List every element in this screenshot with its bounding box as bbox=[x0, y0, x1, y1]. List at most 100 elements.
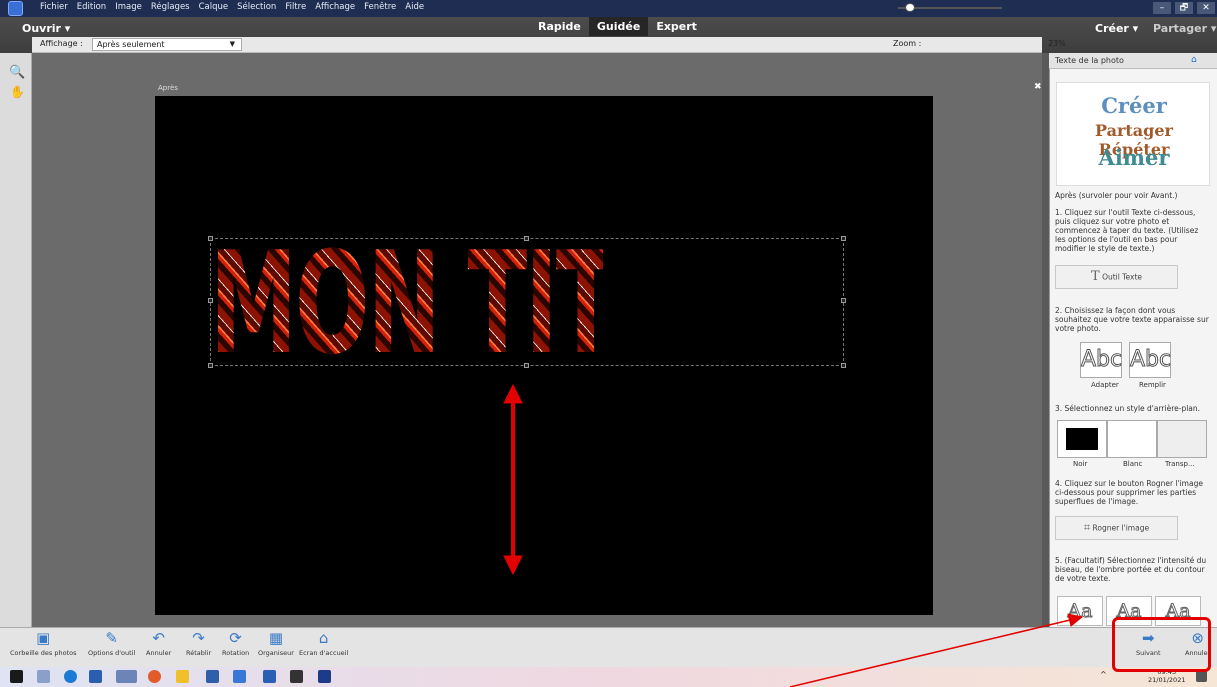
zoom-value: 23% bbox=[1048, 39, 1066, 48]
open-button[interactable]: Ouvrir ▾ bbox=[22, 22, 70, 35]
shield-icon[interactable] bbox=[89, 670, 102, 683]
panel-title: Texte de la photo bbox=[1055, 56, 1124, 65]
bevel-option-icon[interactable]: Aa bbox=[1057, 596, 1103, 626]
redo-button[interactable]: ↷ Rétablir bbox=[186, 630, 211, 657]
zoom-slider-knob[interactable] bbox=[905, 3, 915, 12]
undo-button[interactable]: ↶ Annuler bbox=[146, 630, 171, 657]
tab-guidee[interactable]: Guidée bbox=[588, 17, 649, 36]
menu-image[interactable]: Image bbox=[115, 2, 142, 12]
photo-bin-icon: ▣ bbox=[36, 629, 51, 647]
photo-bin-button[interactable]: ▣ Corbeille des photos bbox=[10, 630, 77, 657]
photoshop-elements-window: Fichier Edition Image Réglages Calque Sé… bbox=[0, 0, 1217, 687]
bg-black-swatch[interactable] bbox=[1057, 420, 1107, 458]
bg-transparent-swatch[interactable] bbox=[1157, 420, 1207, 458]
step-5-text: 5. (Facultatif) Sélectionnez l'intensité… bbox=[1055, 556, 1207, 583]
resize-handle[interactable] bbox=[208, 298, 213, 303]
fit-option-label: Adapter bbox=[1091, 381, 1119, 389]
undo-icon: ↶ bbox=[152, 629, 165, 647]
text-tool-label: Outil Texte bbox=[1102, 272, 1142, 282]
text-tool-button[interactable]: T Outil Texte bbox=[1055, 265, 1178, 289]
mode-tabs: Rapide Guidée Expert bbox=[530, 17, 705, 36]
restore-button[interactable]: 🗗 bbox=[1175, 2, 1193, 14]
task-view-icon[interactable] bbox=[37, 670, 50, 683]
home-icon[interactable]: ⌂ bbox=[1191, 55, 1197, 65]
notifications-icon[interactable] bbox=[1196, 671, 1207, 682]
step-1-text: 1. Cliquez sur l'outil Texte ci-dessous,… bbox=[1055, 208, 1199, 253]
step-2-text: 2. Choisissez la façon dont vous souhait… bbox=[1055, 306, 1209, 333]
redo-icon: ↷ bbox=[192, 629, 205, 647]
after-label: Après bbox=[158, 84, 178, 92]
create-button[interactable]: Créer ▾ bbox=[1095, 22, 1138, 35]
zoom-tool-icon[interactable]: 🔍 bbox=[9, 65, 25, 80]
tools-panel: 🔍 ✋ bbox=[0, 53, 32, 627]
text-tool-icon: T bbox=[1091, 269, 1100, 284]
resize-handle[interactable] bbox=[524, 236, 529, 241]
tray-chevron-icon[interactable]: ^ bbox=[1100, 670, 1107, 679]
close-button[interactable]: ✕ bbox=[1197, 2, 1215, 14]
menu-calque[interactable]: Calque bbox=[199, 2, 229, 12]
menu-fichier[interactable]: Fichier bbox=[40, 2, 68, 12]
display-value: Après seulement bbox=[97, 40, 165, 49]
fill-option-label: Remplir bbox=[1139, 381, 1166, 389]
redo-label: Rétablir bbox=[186, 649, 212, 657]
resize-handle[interactable] bbox=[841, 298, 846, 303]
menu-fenetre[interactable]: Fenêtre bbox=[364, 2, 396, 12]
step-3-text: 3. Sélectionnez un style d'arrière-plan. bbox=[1055, 404, 1201, 413]
organizer-button[interactable]: ▦ Organiseur bbox=[258, 630, 294, 657]
photoshop-elements-taskbar-icon[interactable] bbox=[318, 670, 331, 683]
menu-filtre[interactable]: Filtre bbox=[285, 2, 306, 12]
window-controls: – 🗗 ✕ bbox=[1153, 2, 1215, 14]
minimize-button[interactable]: – bbox=[1153, 2, 1171, 14]
resize-handle[interactable] bbox=[524, 363, 529, 368]
bg-white-label: Blanc bbox=[1123, 460, 1143, 468]
home-screen-icon: ⌂ bbox=[318, 629, 329, 647]
example-thumbnail: Créer Partager Répéter Aimer bbox=[1056, 82, 1210, 186]
bg-transparent-label: Transp... bbox=[1165, 460, 1195, 468]
resize-handle[interactable] bbox=[841, 236, 846, 241]
hand-tool-icon[interactable]: ✋ bbox=[10, 85, 25, 99]
menu-reglages[interactable]: Réglages bbox=[151, 2, 190, 12]
chevron-down-icon: ▼ bbox=[229, 40, 235, 48]
bg-white-swatch[interactable] bbox=[1107, 420, 1157, 458]
menu-edition[interactable]: Edition bbox=[77, 2, 106, 12]
step-4-text: 4. Cliquez sur le bouton Rogner l'image … bbox=[1055, 479, 1203, 506]
zoom-label: Zoom : bbox=[893, 39, 922, 48]
start-icon[interactable] bbox=[10, 670, 23, 683]
organizer-label: Organiseur bbox=[258, 649, 294, 657]
display-select[interactable]: Après seulement ▼ bbox=[92, 38, 242, 51]
word-icon[interactable] bbox=[263, 670, 276, 683]
text-selection-box[interactable] bbox=[210, 238, 844, 366]
tool-options-button[interactable]: ✎ Options d'outil bbox=[88, 630, 135, 657]
media-app-icon[interactable] bbox=[290, 670, 303, 683]
fill-option-icon[interactable]: Abc bbox=[1129, 342, 1172, 378]
options-bar: Affichage : Après seulement ▼ Zoom : 23% bbox=[32, 37, 1066, 53]
firefox-icon[interactable] bbox=[148, 670, 161, 683]
tab-expert[interactable]: Expert bbox=[648, 17, 705, 36]
tab-rapide[interactable]: Rapide bbox=[530, 17, 589, 36]
close-view-icon[interactable]: ✖ bbox=[1034, 82, 1042, 92]
photos-app-icon[interactable] bbox=[206, 670, 219, 683]
fit-option-icon[interactable]: Abc bbox=[1080, 342, 1123, 378]
bg-black-label: Noir bbox=[1073, 460, 1088, 468]
rotation-button[interactable]: ⟳ Rotation bbox=[222, 630, 249, 657]
crop-button[interactable]: ⌗ Rogner l'image bbox=[1055, 516, 1178, 540]
home-screen-button[interactable]: ⌂ Ecran d'accueil bbox=[299, 630, 348, 657]
menu-affichage[interactable]: Affichage bbox=[315, 2, 355, 12]
resize-handle[interactable] bbox=[208, 236, 213, 241]
tool-options-icon: ✎ bbox=[105, 629, 118, 647]
app-logo-icon bbox=[8, 1, 23, 16]
file-explorer-icon[interactable] bbox=[176, 670, 189, 683]
menu-selection[interactable]: Sélection bbox=[237, 2, 276, 12]
edge-icon[interactable] bbox=[64, 670, 77, 683]
annotation-highlight-box bbox=[1112, 617, 1211, 672]
teams-icon[interactable] bbox=[233, 670, 246, 683]
cloud-app-icon[interactable] bbox=[116, 670, 137, 683]
share-button[interactable]: Partager ▾ bbox=[1153, 22, 1216, 35]
resize-handle[interactable] bbox=[208, 363, 213, 368]
undo-label: Annuler bbox=[146, 649, 172, 657]
menu-aide[interactable]: Aide bbox=[405, 2, 424, 12]
menu-bar: Fichier Edition Image Réglages Calque Sé… bbox=[40, 2, 424, 12]
clock-date: 21/01/2021 bbox=[1148, 676, 1186, 684]
resize-handle[interactable] bbox=[841, 363, 846, 368]
crop-label: Rogner l'image bbox=[1092, 523, 1150, 533]
